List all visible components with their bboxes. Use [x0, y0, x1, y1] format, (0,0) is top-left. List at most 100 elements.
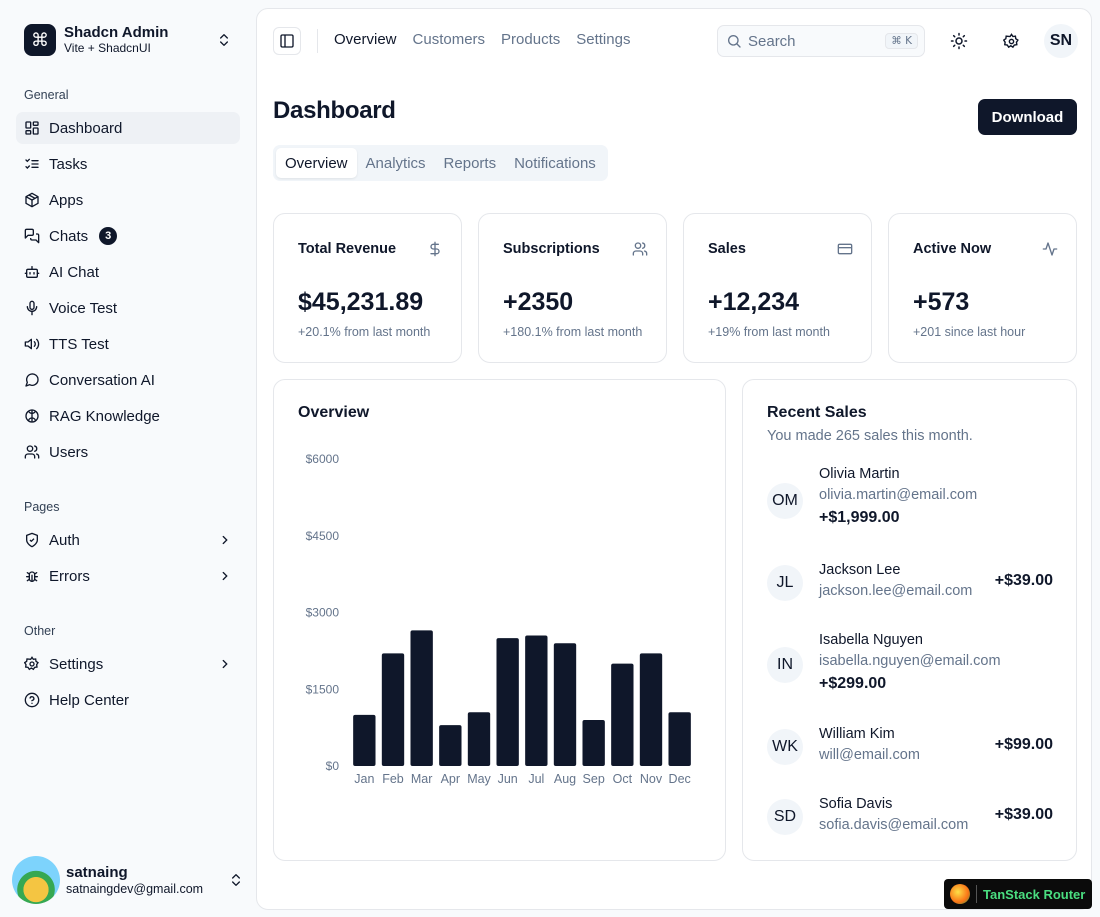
layout-dashboard-icon [25, 121, 39, 135]
bar-jul[interactable] [525, 635, 548, 766]
sidebar-item-conversation-ai[interactable]: Conversation AI [16, 364, 240, 396]
sale-row: WK William Kim will@email.com +$99.00 [767, 726, 1053, 790]
bar-feb[interactable] [381, 653, 405, 766]
bar-sep[interactable] [582, 719, 605, 766]
download-button[interactable]: Download [978, 99, 1077, 135]
sale-amount: +$1,999.00 [819, 509, 900, 526]
bar-nov[interactable] [639, 653, 663, 766]
stat-sub: +20.1% from last month [298, 325, 431, 339]
tab-analytics[interactable]: Analytics [357, 148, 435, 178]
settings-button[interactable] [995, 25, 1027, 57]
dollar-icon [430, 241, 440, 257]
stat-value: +573 [913, 288, 970, 316]
avatar: SD [767, 799, 803, 835]
stat-title: Active Now [913, 241, 992, 257]
shield-check-icon [26, 532, 38, 548]
bar-mar[interactable] [410, 630, 433, 766]
top-nav-overview[interactable]: Overview [334, 31, 397, 48]
top-nav-products[interactable]: Products [501, 31, 560, 48]
tab-reports[interactable]: Reports [435, 148, 506, 178]
theme-toggle-button[interactable] [943, 25, 975, 57]
sidebar-item-settings[interactable]: Settings [16, 648, 240, 680]
sidebar-item-users[interactable]: Users [16, 436, 240, 468]
stat-value: +12,234 [708, 288, 800, 316]
router-badge-label: TanStack Router [983, 886, 1086, 902]
message-circle-icon [25, 373, 39, 387]
x-tick-label: Feb [382, 772, 404, 786]
x-tick-label: Jan [354, 772, 374, 786]
sidebar-item-label: Users [49, 443, 89, 461]
sale-name: William Kim [819, 726, 895, 742]
bar-apr[interactable] [439, 725, 462, 766]
brain-icon [25, 409, 39, 423]
sidebar-item-label: Tasks [49, 155, 88, 173]
tab-notifications[interactable]: Notifications [505, 148, 605, 178]
overview-card: Overview $0 $1500 $3000 $4500 $6000 Jan Feb Mar… [273, 379, 726, 861]
profile-avatar[interactable]: SN [1044, 24, 1078, 58]
sidebar-item-errors[interactable]: Errors [16, 560, 240, 592]
chevron-right-icon [222, 571, 228, 581]
top-nav-settings[interactable]: Settings [576, 31, 630, 48]
user-email: satnaingdev@gmail.com [66, 881, 204, 896]
users-icon [24, 445, 40, 459]
top-nav-customers[interactable]: Customers [413, 31, 486, 48]
package-icon [25, 192, 39, 208]
stat-value: $45,231.89 [298, 288, 424, 316]
search-input[interactable]: Search ⌘ K [717, 25, 925, 57]
bar-dec[interactable] [668, 712, 691, 766]
bar-oct[interactable] [611, 663, 634, 766]
sidebar-item-auth[interactable]: Auth [16, 524, 240, 556]
x-tick-label: Jun [498, 772, 518, 786]
sidebar-item-ai-chat[interactable]: AI Chat [16, 256, 240, 288]
group-label-general: General [24, 88, 69, 102]
sale-email: jackson.lee@email.com [819, 583, 973, 599]
sale-name: Olivia Martin [819, 466, 900, 482]
bar-may[interactable] [467, 712, 491, 766]
credit-card-icon [837, 243, 853, 255]
sidebar-item-dashboard[interactable]: Dashboard [16, 112, 240, 144]
overview-title: Overview [298, 404, 370, 421]
sidebar-item-apps[interactable]: Apps [16, 184, 240, 216]
user-avatar [12, 856, 60, 904]
sidebar-item-help-center[interactable]: Help Center [16, 684, 240, 716]
bar-jan[interactable] [353, 714, 376, 766]
sale-email: will@email.com [819, 747, 920, 763]
sidebar-item-voice-test[interactable]: Voice Test [16, 292, 240, 324]
sidebar-item-chats[interactable]: Chats 3 [16, 220, 240, 252]
x-tick-label: Dec [669, 772, 691, 786]
x-tick-label: Oct [613, 772, 633, 786]
stat-card-sales: Sales +12,234 +19% from last month [683, 213, 872, 363]
x-tick-label: Mar [411, 772, 433, 786]
bar-jun[interactable] [496, 638, 519, 766]
stat-sub: +180.1% from last month [503, 325, 643, 339]
sidebar-item-tts-test[interactable]: TTS Test [16, 328, 240, 360]
stat-title: Sales [708, 241, 746, 257]
bar-aug[interactable] [553, 643, 577, 766]
volume-icon [24, 338, 40, 350]
sidebar-item-rag-knowledge[interactable]: RAG Knowledge [16, 400, 240, 432]
x-tick-label: May [467, 772, 491, 786]
sidebar-toggle-button[interactable] [273, 27, 301, 55]
chevrons-up-down-icon [220, 34, 228, 46]
sale-row: JL Jackson Lee jackson.lee@email.com +$3… [767, 562, 1053, 626]
tab-overview[interactable]: Overview [276, 148, 357, 178]
y-tick-label: $3000 [306, 606, 340, 620]
stat-value: +2350 [503, 288, 574, 316]
x-tick-label: Nov [640, 772, 663, 786]
user-menu[interactable]: satnaing satnaingdev@gmail.com [12, 856, 244, 904]
stat-sub: +201 since last hour [913, 325, 1026, 339]
sale-row: OM Olivia Martin olivia.martin@email.com… [767, 466, 1053, 536]
tanstack-router-devtools-button[interactable]: TanStack Router [944, 879, 1092, 909]
sidebar-item-label: Conversation AI [49, 371, 155, 389]
sidebar-item-label: AI Chat [49, 263, 100, 281]
sidebar-item-label: TTS Test [49, 335, 109, 353]
top-bar: Overview Customers Products Settings Sea… [257, 9, 1091, 73]
sidebar: ⌘ Shadcn Admin Vite + ShadcnUI General D… [0, 0, 256, 917]
main-panel: Overview Customers Products Settings Sea… [256, 8, 1092, 910]
stat-sub: +19% from last month [708, 325, 830, 339]
team-switcher[interactable]: ⌘ Shadcn Admin Vite + ShadcnUI [16, 16, 240, 64]
sidebar-item-tasks[interactable]: Tasks [16, 148, 240, 180]
search-placeholder: Search [748, 32, 796, 50]
bug-icon [26, 571, 38, 582]
chevrons-up-down-icon [232, 874, 240, 886]
